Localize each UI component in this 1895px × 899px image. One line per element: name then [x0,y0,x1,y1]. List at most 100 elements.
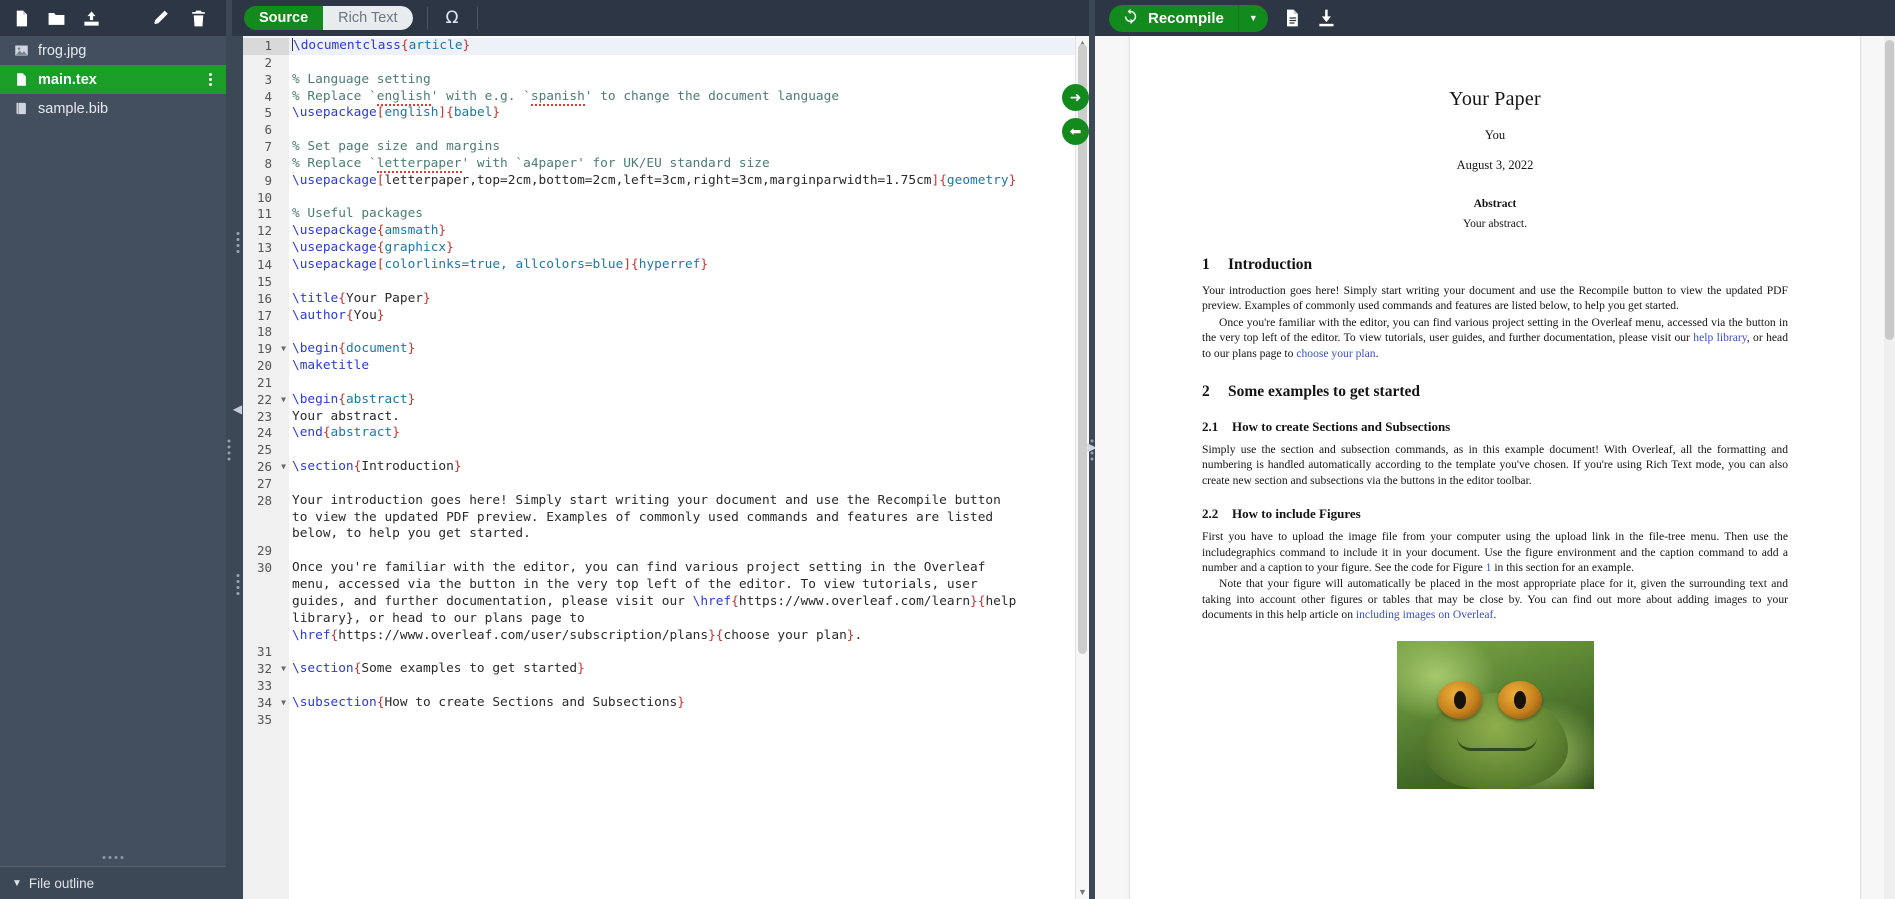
fold-toggle-icon[interactable]: ▼ [276,695,286,712]
line-number [243,628,289,645]
fold-toggle-icon[interactable]: ▼ [276,341,286,358]
go-to-pdf-location-icon[interactable]: ➜ [1062,84,1089,111]
upload-icon[interactable] [82,9,101,28]
pencil-icon[interactable] [152,9,171,28]
tab-rich-text[interactable]: Rich Text [323,6,412,30]
file-tree-resize-handle[interactable] [103,856,124,859]
code-line: \usepackage[letterpaper,top=2cm,bottom=2… [289,173,1089,190]
pdf-page-scroller[interactable]: Your Paper You August 3, 2022 Abstract Y… [1095,36,1895,899]
source-richtext-toggle: Source Rich Text [244,6,413,30]
recompile-dropdown-icon[interactable]: ▼ [1238,5,1268,32]
pdf-hyperlink[interactable]: choose your plan [1296,347,1375,360]
code-text-area[interactable]: \documentclass{article} % Language setti… [289,36,1089,899]
code-token: } [700,257,708,272]
pdf-text-run: in this section for an example. [1491,561,1634,574]
code-token: { [323,425,331,440]
editor-scrollbar[interactable]: ▲ ▼ [1075,36,1089,899]
fold-toggle-icon[interactable]: ▼ [276,392,286,409]
fold-toggle-icon[interactable]: ▼ [276,661,286,678]
code-line: \section{Some examples to get started} [289,661,1089,678]
scroll-down-icon[interactable]: ▼ [1076,887,1089,897]
pdf-section-heading: 2Some examples to get started [1202,383,1788,401]
file-tree-toolbar [0,0,226,36]
trash-icon[interactable] [189,9,208,28]
code-token: below, to help you get started. [292,526,531,541]
collapse-left-icon[interactable]: ◀ [233,402,242,416]
file-outline-bar[interactable]: ▼ File outline [0,866,226,899]
code-line: \maketitle [289,358,1089,375]
line-number: 31 [243,644,289,661]
pdf-scroll-thumb[interactable] [1885,40,1894,340]
code-token: } [446,240,454,255]
code-line: \usepackage[colorlinks=true, allcolors=b… [289,257,1089,274]
code-line: % Replace `english' with e.g. `spanish' … [289,89,1089,106]
pdf-section-number: 2.1 [1202,419,1232,435]
line-number: 28 [243,493,289,510]
code-line [289,644,1089,661]
pdf-text-run: . [1493,608,1496,621]
pdf-paragraph: Simply use the section and subsection co… [1202,442,1788,488]
line-number: 34▼ [243,695,289,712]
compile-logs-icon[interactable] [1282,8,1302,28]
file-item-main-tex[interactable]: main.tex [0,65,226,94]
pdf-hyperlink[interactable]: including images on Overleaf [1356,608,1493,621]
pdf-sections: 1IntroductionYour introduction goes here… [1202,256,1788,623]
fold-toggle-icon[interactable]: ▼ [276,459,286,476]
line-number: 4 [243,89,289,106]
code-line: % Set page size and margins [289,139,1089,156]
symbol-palette-icon[interactable]: Ω [442,10,463,27]
code-token: letterpaper,top=2cm,bottom=2cm,left=3cm,… [384,173,931,188]
file-item-menu-icon[interactable] [204,73,216,86]
code-token: Your introduction goes here! Simply star… [292,493,1001,508]
code-line [289,678,1089,695]
line-number [243,611,289,628]
tab-source[interactable]: Source [244,6,323,30]
code-token: Introduction [361,459,453,474]
code-editor[interactable]: 12345678910111213141516171819▼202122▼232… [243,36,1089,899]
code-token: } [970,594,978,609]
code-line [289,442,1089,459]
code-line [289,55,1089,72]
code-token: letterpaper [377,156,462,173]
code-token: { [631,257,639,272]
pdf-hyperlink[interactable]: help library [1693,331,1747,344]
line-number [243,510,289,527]
code-line: \begin{abstract} [289,392,1089,409]
code-line: % Useful packages [289,206,1089,223]
pdf-paragraph: Note that your figure will automatically… [1202,576,1788,622]
recompile-button[interactable]: Recompile [1109,5,1238,32]
code-token: babel [454,105,493,120]
code-token: menu, accessed via the button in the ver… [292,577,978,592]
pdf-abstract-heading: Abstract [1202,198,1788,210]
pdf-section-number: 2 [1202,383,1228,401]
go-to-code-location-icon[interactable]: ⬅ [1062,118,1089,145]
code-token: } [847,628,855,643]
line-number: 6 [243,122,289,139]
gutter-resize-dots-2[interactable] [236,574,239,595]
code-token: Some examples to get started [361,661,577,676]
code-token: \usepackage [292,240,377,255]
code-line: Your abstract. [289,409,1089,426]
new-folder-icon[interactable] [47,9,66,28]
code-line: \author{You} [289,308,1089,325]
code-line: to view the updated PDF preview. Example… [289,510,1089,527]
code-token: ' to change the document language [585,89,839,104]
code-token: } [708,628,716,643]
gutter-resize-dots[interactable] [236,232,239,253]
new-file-icon[interactable] [12,9,31,28]
code-token: Your abstract. [292,409,400,424]
download-pdf-icon[interactable] [1316,8,1336,28]
pdf-scrollbar[interactable] [1884,36,1895,899]
line-number: 1 [243,38,289,55]
code-line: below, to help you get started. [289,526,1089,543]
file-item-sample-bib[interactable]: sample.bib [0,94,226,123]
tex-file-icon [14,72,29,87]
toolbar-divider-2 [477,7,478,29]
pdf-preview-panel: Recompile ▼ Your Paper You August 3, 202… [1095,0,1895,899]
line-number: 15 [243,274,289,291]
file-item-frog[interactable]: frog.jpg [0,36,226,65]
code-line: \usepackage{graphicx} [289,240,1089,257]
code-token: { [338,291,346,306]
line-number: 30 [243,560,289,577]
code-line: \href{https://www.overleaf.com/user/subs… [289,628,1089,645]
